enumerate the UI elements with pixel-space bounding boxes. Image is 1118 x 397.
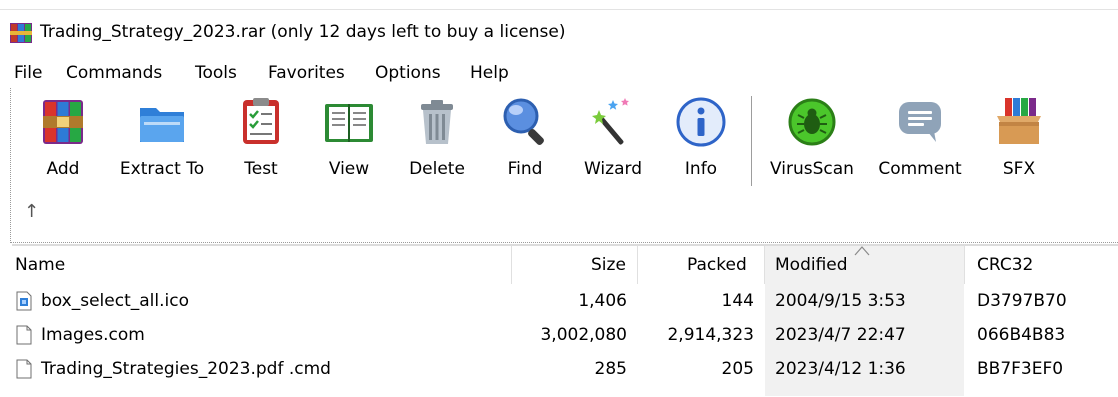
file-size: 1,406 (578, 291, 627, 311)
file-name: Images.com (41, 325, 145, 345)
column-divider[interactable] (964, 246, 965, 284)
test-label: Test (244, 159, 278, 179)
image-file-icon (16, 291, 32, 311)
comment-button[interactable]: Comment (878, 92, 962, 184)
file-name: Trading_Strategies_2023.pdf .cmd (41, 359, 331, 379)
file-crc32: 066B4B83 (977, 325, 1066, 345)
column-header-packed[interactable]: Packed (687, 246, 747, 284)
table-row[interactable]: Images.com 3,002,080 2,914,323 2023/4/7 … (0, 318, 1118, 352)
magic-wand-icon (592, 98, 629, 145)
extract-to-label: Extract To (119, 159, 205, 179)
add-button[interactable]: Add (23, 92, 103, 184)
info-icon (676, 97, 726, 147)
file-modified: 2023/4/7 22:47 (775, 325, 906, 345)
info-button[interactable]: Info (661, 92, 741, 184)
column-divider[interactable] (511, 246, 512, 284)
menu-bar: File Commands Tools Favorites Options He… (0, 60, 1118, 86)
file-name: box_select_all.ico (41, 291, 189, 311)
menu-tools[interactable]: Tools (193, 60, 239, 86)
column-header-crc32[interactable]: CRC32 (977, 246, 1033, 284)
window-top-edge (0, 9, 1118, 10)
view-label: View (328, 159, 370, 179)
blank-file-icon (16, 359, 32, 379)
toolbar-border (10, 88, 12, 243)
info-label: Info (684, 159, 718, 179)
menu-help[interactable]: Help (468, 60, 511, 86)
column-header-modified[interactable]: Modified (775, 246, 848, 284)
sfx-button[interactable]: SFX (979, 92, 1059, 184)
wizard-label: Wizard (584, 159, 642, 179)
comment-bubble-icon (899, 102, 941, 142)
up-one-level-button[interactable]: ↑ (24, 200, 44, 224)
file-modified: 2004/9/15 3:53 (775, 291, 906, 311)
menu-favorites[interactable]: Favorites (266, 60, 347, 86)
toolbar-separator (751, 96, 752, 186)
test-checklist-icon (243, 98, 279, 144)
file-packed: 144 (721, 291, 754, 311)
find-label: Find (507, 159, 543, 179)
view-book-icon (325, 104, 373, 142)
virus-scan-icon (788, 98, 836, 146)
column-divider[interactable] (637, 246, 638, 284)
file-crc32: BB7F3EF0 (977, 359, 1064, 379)
file-modified: 2023/4/12 1:36 (775, 359, 906, 379)
comment-label: Comment (878, 159, 962, 179)
wizard-button[interactable]: Wizard (573, 92, 653, 184)
sfx-box-icon (997, 98, 1041, 144)
extract-to-button[interactable]: Extract To (120, 92, 204, 184)
sfx-label: SFX (1002, 159, 1036, 179)
winrar-app-icon (10, 23, 32, 43)
extract-folder-icon (140, 108, 184, 142)
file-packed: 2,914,323 (667, 325, 754, 345)
file-packed: 205 (721, 359, 754, 379)
file-size: 3,002,080 (540, 325, 627, 345)
blank-file-icon (16, 325, 32, 345)
column-header-size[interactable]: Size (591, 246, 626, 284)
find-button[interactable]: Find (485, 92, 565, 184)
menu-options[interactable]: Options (373, 60, 443, 86)
add-label: Add (46, 159, 80, 179)
file-list-header: Name Size Packed Modified CRC32 (0, 246, 1118, 284)
table-row[interactable]: box_select_all.ico 1,406 144 2004/9/15 3… (0, 284, 1118, 318)
add-archive-icon (43, 100, 83, 144)
delete-button[interactable]: Delete (397, 92, 477, 184)
virusscan-button[interactable]: VirusScan (770, 92, 854, 184)
column-divider[interactable] (764, 246, 765, 284)
virusscan-label: VirusScan (770, 159, 854, 179)
window-title: Trading_Strategy_2023.rar (only 12 days … (40, 22, 566, 42)
view-button[interactable]: View (309, 92, 389, 184)
column-header-name[interactable]: Name (15, 246, 65, 284)
magnifier-icon (503, 98, 544, 145)
file-crc32: D3797B70 (977, 291, 1067, 311)
trash-can-icon (421, 100, 453, 144)
menu-file[interactable]: File (12, 60, 44, 86)
toolbar-bottom-border (10, 242, 1118, 243)
menu-commands[interactable]: Commands (64, 60, 164, 86)
table-row[interactable]: Trading_Strategies_2023.pdf .cmd 285 205… (0, 352, 1118, 386)
test-button[interactable]: Test (221, 92, 301, 184)
sort-ascending-icon (854, 246, 870, 256)
delete-label: Delete (409, 159, 465, 179)
file-size: 285 (594, 359, 627, 379)
